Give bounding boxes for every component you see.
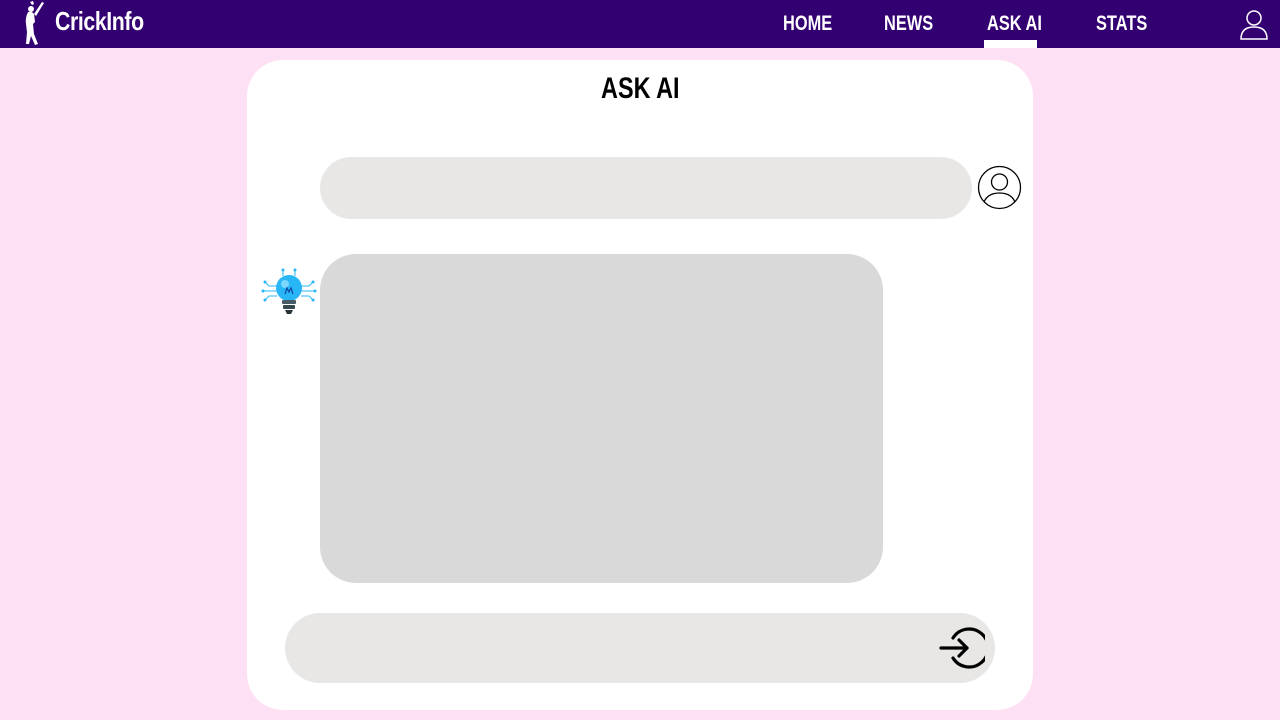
top-navbar: CrickInfo HOME NEWS ASK AI STATS — [0, 0, 1280, 48]
active-nav-indicator — [984, 40, 1037, 48]
user-icon[interactable] — [1238, 8, 1270, 40]
login-arrow-icon[interactable] — [939, 626, 985, 670]
user-circle-icon — [977, 165, 1022, 210]
logo[interactable] — [16, 0, 48, 48]
ask-ai-card: ASK AI — [247, 60, 1033, 710]
batsman-icon — [25, 1, 44, 45]
page-title: ASK AI — [600, 72, 680, 105]
lightbulb-circuit-icon — [261, 268, 317, 314]
user-message-bubble — [320, 157, 972, 219]
ai-response-bubble — [320, 254, 883, 583]
chat-input-bar — [285, 613, 995, 683]
nav-stats[interactable]: STATS — [1096, 12, 1147, 36]
nav-news[interactable]: NEWS — [884, 12, 933, 36]
chat-input[interactable] — [309, 613, 929, 683]
brand-name[interactable]: CrickInfo — [55, 6, 144, 37]
nav-home[interactable]: HOME — [783, 12, 832, 36]
nav-ask-ai[interactable]: ASK AI — [987, 12, 1042, 36]
